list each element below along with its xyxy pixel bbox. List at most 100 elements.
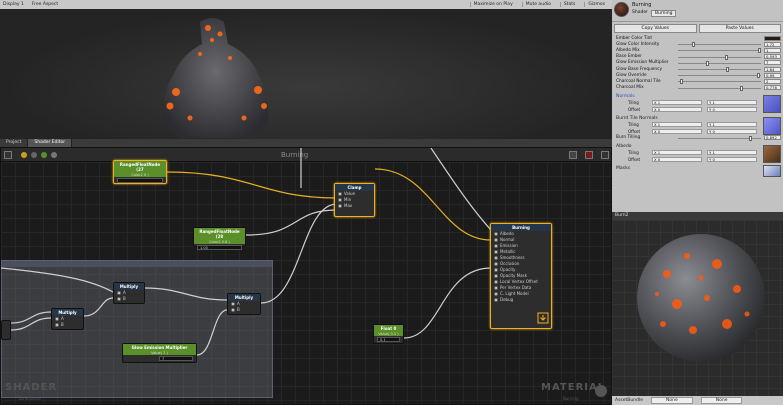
node-subtitle: Value( 0.1 )	[374, 332, 403, 336]
glow-emission-multiplier-node[interactable]: Glow Emission Multiplier Value( 7 ) 7	[122, 343, 197, 363]
node-value-field[interactable]: 1.00	[197, 245, 242, 250]
tab-project[interactable]: Project	[0, 139, 29, 147]
node-title: Multiply	[52, 309, 83, 316]
property-slider[interactable]	[678, 48, 761, 54]
input-pin-icon[interactable]	[494, 232, 498, 236]
multiply-node-2[interactable]: Multiply A B	[51, 308, 84, 330]
material-sphere-icon	[595, 385, 607, 397]
property-slider[interactable]	[678, 54, 761, 60]
ranged-float-node-27[interactable]: RangedFloatNode (27 Color2 0 )	[113, 160, 167, 184]
maximize-on-play-toggle[interactable]: Maximize on Play	[469, 2, 516, 7]
master-node[interactable]: Burning Albedo Normal Emission Metallic …	[490, 223, 552, 329]
paste-values-button[interactable]: Paste Values	[698, 24, 781, 33]
shader-dropdown[interactable]: Burning	[650, 10, 677, 17]
property-slider[interactable]	[678, 42, 761, 48]
port-max[interactable]: Max	[335, 203, 374, 209]
property-value-field[interactable]: 7	[764, 60, 781, 66]
input-pin-icon[interactable]	[494, 274, 498, 278]
property-value-field[interactable]: 1.64	[764, 66, 781, 72]
offset-x-field[interactable]: X 0	[652, 156, 702, 162]
port-b[interactable]: B	[228, 307, 260, 313]
input-pin-icon[interactable]	[494, 250, 498, 254]
property-slider[interactable]	[678, 135, 761, 141]
tiling-y-field[interactable]: Y 1	[707, 121, 757, 127]
stats-toggle[interactable]: Stats	[559, 2, 579, 7]
property-slider[interactable]	[678, 85, 761, 91]
property-value-field[interactable]: 1.72	[764, 41, 781, 47]
mute-audio-toggle[interactable]: Mute audio	[521, 2, 554, 7]
tiling-x-field[interactable]: X 1	[652, 99, 702, 105]
node-value-field[interactable]	[117, 178, 163, 183]
input-pin-icon[interactable]	[231, 308, 235, 312]
property-value-field[interactable]: 0.892	[764, 135, 781, 141]
offset-x-field[interactable]: X 0	[652, 106, 702, 112]
float-node-0[interactable]: Float 0 Value( 0.1 ) 0.1	[373, 324, 404, 344]
slider-knob[interactable]	[749, 135, 753, 141]
input-pin-icon[interactable]	[494, 298, 498, 302]
preview-header[interactable]: Burn2	[612, 212, 783, 220]
input-pin-icon[interactable]	[494, 268, 498, 272]
property-slider[interactable]	[678, 73, 761, 79]
property-value-field[interactable]: 1	[764, 47, 781, 53]
shader-watermark: SHADER	[5, 382, 58, 393]
asset-bundle-variant-dropdown[interactable]: None	[700, 397, 743, 404]
property-label: Burn Tilling	[616, 135, 641, 141]
property-slider[interactable]	[678, 66, 761, 72]
property-value-field[interactable]: 2	[764, 78, 781, 84]
gizmos-dropdown[interactable]: Gizmos	[584, 2, 608, 7]
property-slider[interactable]	[678, 60, 761, 66]
partial-node-left[interactable]	[1, 320, 11, 340]
asset-bundle-dropdown[interactable]: None	[650, 397, 693, 404]
input-pin-icon[interactable]	[338, 204, 342, 208]
ranged-float-node-28[interactable]: RangedFloatNode (28 Color2 0.8 ) 1.00	[193, 227, 246, 250]
node-value-field[interactable]: 0.1	[377, 337, 400, 342]
port-b[interactable]: B	[52, 322, 83, 328]
material-preview[interactable]	[612, 220, 783, 396]
aspect-dropdown[interactable]: Free Aspect	[32, 2, 58, 7]
input-pin-icon[interactable]	[117, 291, 121, 295]
offset-y-field[interactable]: Y 0	[707, 106, 757, 112]
input-pin-icon[interactable]	[55, 323, 59, 327]
input-pin-icon[interactable]	[494, 238, 498, 242]
multiply-node-1[interactable]: Multiply A B	[113, 282, 145, 304]
input-pin-icon[interactable]	[338, 192, 342, 196]
input-pin-icon[interactable]	[494, 292, 498, 296]
input-pin-icon[interactable]	[55, 317, 59, 321]
input-pin-icon[interactable]	[117, 297, 121, 301]
node-value-field[interactable]: 7	[159, 356, 193, 361]
input-pin-icon[interactable]	[494, 280, 498, 284]
node-subtitle: Color2 0.8 )	[194, 240, 245, 244]
property-slider[interactable]	[678, 79, 761, 85]
tiling-y-field[interactable]: Y 1	[707, 99, 757, 105]
input-pin-icon[interactable]	[494, 256, 498, 260]
material-name: Burning	[632, 2, 652, 8]
input-pin-icon[interactable]	[494, 244, 498, 248]
port-debug[interactable]: Debug	[491, 297, 551, 303]
shader-editor-canvas[interactable]: Burning RangedFloatNode (27 Color2 0) R…	[0, 147, 612, 405]
tiling-x-field[interactable]: X 1	[652, 149, 702, 155]
port-b[interactable]: B	[114, 296, 144, 302]
clamp-node[interactable]: Clamp Value Min Max	[334, 183, 375, 217]
tab-shader-editor[interactable]: Shader Editor	[28, 139, 73, 147]
copy-values-button[interactable]: Copy Values	[614, 24, 697, 33]
color-swatch[interactable]	[764, 35, 781, 41]
unity-editor: Display 1 Free Aspect Maximize on Play M…	[0, 0, 783, 405]
property-value-field[interactable]: 0.99	[764, 72, 781, 78]
property-value-field[interactable]: 0.776	[764, 85, 781, 91]
offset-x-field[interactable]: X 0	[652, 128, 702, 134]
property-value-field[interactable]: 0.593	[764, 54, 781, 60]
tiling-x-field[interactable]: X 1	[652, 121, 702, 127]
multiply-node-3[interactable]: Multiply A B	[227, 293, 261, 315]
node-subtitle: Color2 0 )	[114, 173, 166, 177]
input-pin-icon[interactable]	[231, 302, 235, 306]
input-pin-icon[interactable]	[494, 286, 498, 290]
download-icon[interactable]	[537, 312, 549, 324]
offset-y-field[interactable]: Y 0	[707, 156, 757, 162]
masks-texture-slot[interactable]	[763, 164, 781, 177]
input-pin-icon[interactable]	[494, 262, 498, 266]
tiling-y-field[interactable]: Y 1	[707, 149, 757, 155]
display-dropdown[interactable]: Display 1	[3, 2, 24, 7]
input-pin-icon[interactable]	[338, 198, 342, 202]
offset-y-field[interactable]: Y 0	[707, 128, 757, 134]
slider-knob[interactable]	[740, 85, 744, 91]
